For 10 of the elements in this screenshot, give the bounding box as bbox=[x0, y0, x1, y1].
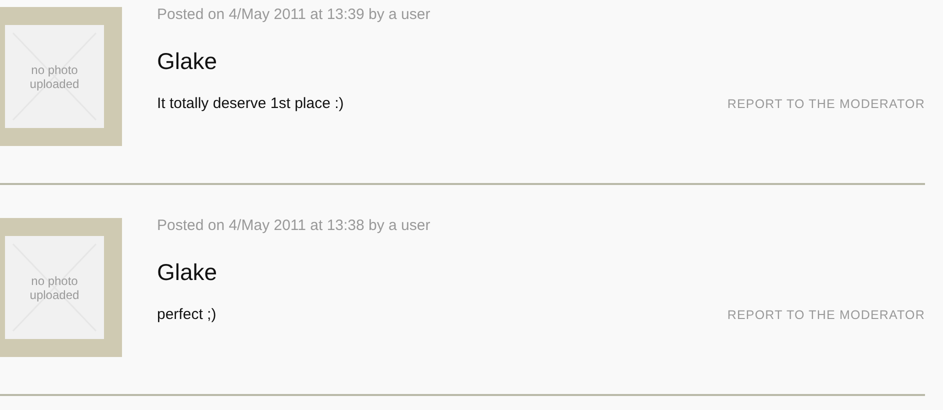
comment-text: perfect ;) bbox=[157, 306, 216, 323]
author-name: Glake bbox=[157, 258, 218, 286]
placeholder-text: no photo uploaded bbox=[28, 274, 80, 302]
report-link[interactable]: REPORT TO THE MODERATOR bbox=[727, 308, 925, 322]
placeholder-text: no photo uploaded bbox=[28, 62, 80, 90]
author-name: Glake bbox=[157, 47, 218, 75]
comment-text: It totally deserve 1st place :) bbox=[157, 95, 344, 112]
report-link[interactable]: REPORT TO THE MODERATOR bbox=[727, 96, 925, 110]
post-meta: Posted on 4/May 2011 at 13:38 by a user bbox=[157, 218, 432, 234]
post-meta: Posted on 4/May 2011 at 13:39 by a user bbox=[157, 7, 432, 23]
